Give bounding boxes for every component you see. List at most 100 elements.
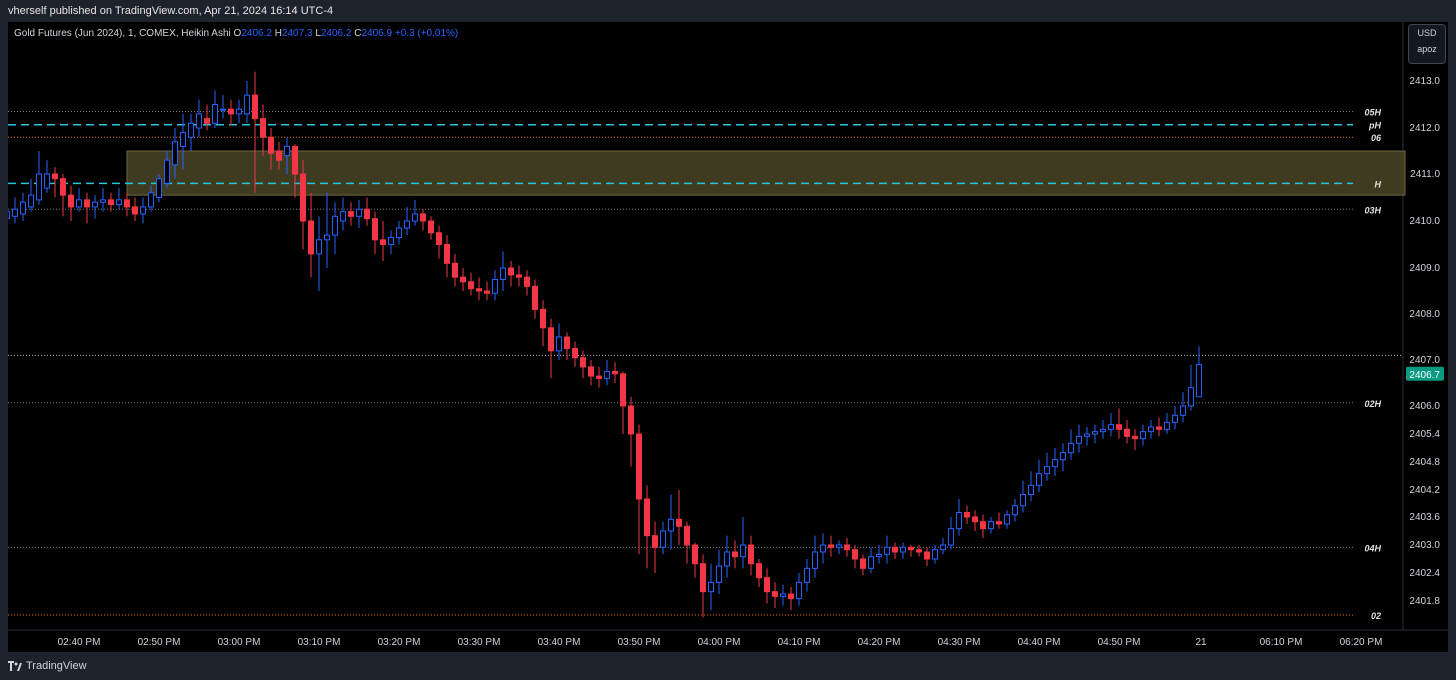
candle-body (204, 118, 210, 124)
candle-body (508, 267, 514, 276)
candle-body (1172, 414, 1178, 423)
x-tick-label: 03:10 PM (298, 637, 341, 648)
candle-body (492, 279, 498, 294)
level-label: 03H (1364, 205, 1381, 215)
candle-body (524, 276, 530, 287)
candle-body (724, 551, 730, 567)
candle-body (756, 563, 762, 579)
x-tick-label: 03:40 PM (538, 637, 581, 648)
y-tick-label: 2410.0 (1409, 216, 1440, 227)
candle-body (564, 336, 570, 349)
chart-panel[interactable]: 05H pH 06 H 03H 02H 04H 02 2413.0 2412.0 2411.0 241… (8, 22, 1448, 652)
y-tick-label: 2413.0 (1409, 76, 1440, 87)
candle-body (380, 239, 386, 246)
candle-body (812, 551, 818, 569)
brand-label: TradingView (26, 660, 87, 672)
candle-body (740, 544, 746, 558)
candle-body (356, 208, 362, 217)
candle-body (1140, 431, 1146, 440)
candle-body (164, 159, 170, 184)
candle-body (156, 178, 162, 198)
candle-body (572, 348, 578, 359)
y-tick-label: 2402.4 (1409, 568, 1440, 579)
candle-body (1068, 442, 1074, 454)
candle-body (1196, 364, 1202, 398)
level-label: 02H (1364, 399, 1381, 409)
candle-body (36, 173, 42, 201)
x-tick-label: 02:50 PM (138, 637, 181, 648)
candle-body (1060, 452, 1066, 461)
candle-body (772, 591, 778, 597)
x-tick-label: 04:00 PM (698, 637, 741, 648)
candle-body (484, 290, 490, 294)
candle-body (316, 239, 322, 255)
candle-body (764, 577, 770, 593)
candle-body (1188, 387, 1194, 407)
candle-body (1028, 484, 1034, 496)
candle-body (332, 215, 338, 236)
x-tick-label: 04:10 PM (778, 637, 821, 648)
currency-selector[interactable]: USD apoz (1408, 24, 1446, 64)
x-tick-label: 03:20 PM (378, 637, 421, 648)
candle-body (500, 267, 506, 280)
price-chart[interactable]: 05H pH 06 H 03H 02H 04H 02 2413.0 2412.0 2411.0 241… (8, 22, 1448, 652)
candle-body (1132, 435, 1138, 440)
candle-body (236, 108, 242, 115)
level-label: 06 (1371, 133, 1382, 143)
candle-body (244, 94, 250, 115)
y-tick-label: 2411.0 (1410, 169, 1440, 180)
candle-body (1020, 494, 1026, 507)
candle-body (196, 113, 202, 129)
candle-body (644, 498, 650, 537)
candle-body (804, 567, 810, 583)
candle-body (860, 558, 866, 569)
candle-body (636, 433, 642, 500)
candle-body (588, 366, 594, 377)
x-tick-label: 21 (1195, 637, 1207, 648)
x-tick-label: 03:30 PM (458, 637, 501, 648)
tradingview-logo[interactable]: TradingView (8, 660, 87, 672)
candle-body (92, 201, 98, 208)
candle-body (100, 199, 106, 203)
candle-body (220, 108, 226, 111)
candle-body (476, 288, 482, 292)
candle-body (124, 199, 130, 208)
open-value: 2406.2 (241, 28, 272, 39)
candle-body (108, 199, 114, 206)
candle-body (132, 206, 138, 215)
last-price-label: 2406.7 (1409, 370, 1440, 381)
candle-body (412, 213, 418, 222)
candle-body (324, 234, 330, 241)
symbol-name: Gold Futures (Jun 2024), 1, COMEX, Heiki… (14, 28, 231, 39)
candle-body (884, 546, 890, 555)
footer-bar: TradingView (0, 652, 1456, 680)
candle-body (628, 405, 634, 435)
level-label: H (1375, 179, 1382, 189)
candle-body (708, 581, 714, 593)
x-tick-label: 03:00 PM (218, 637, 261, 648)
candle-body (1004, 514, 1010, 525)
candle-body (308, 220, 314, 255)
candle-body (956, 512, 962, 530)
candle-body (924, 551, 930, 560)
low-value: 2406.2 (320, 28, 352, 39)
candle-body (580, 357, 586, 368)
candle-body (388, 236, 394, 245)
candle-body (532, 285, 538, 310)
candle-body (276, 150, 282, 161)
candle-body (1180, 405, 1186, 416)
candle-body (980, 521, 986, 530)
candle-body (404, 220, 410, 229)
candle-body (540, 308, 546, 329)
candle-body (1044, 466, 1050, 475)
candle-body (148, 192, 154, 208)
candle-body (780, 593, 786, 597)
y-tick-label: 2404.8 (1409, 457, 1440, 468)
candle-body (1116, 424, 1122, 430)
candle-body (20, 201, 26, 215)
candle-body (76, 199, 82, 208)
candle-body (988, 521, 994, 530)
change-value: +0.3 (+0.01%) (394, 28, 459, 39)
candle-body (796, 581, 802, 600)
candle-body (964, 512, 970, 518)
